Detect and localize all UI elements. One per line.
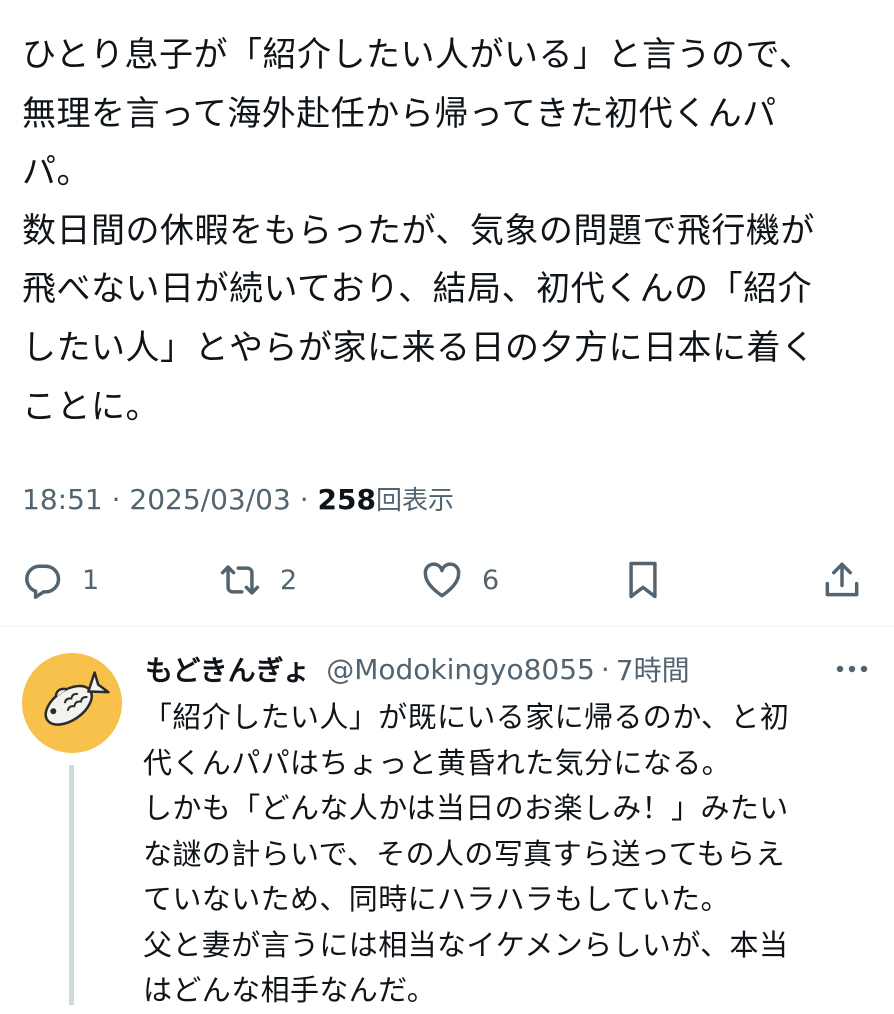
- like-button[interactable]: 6: [420, 548, 499, 612]
- retweet-button[interactable]: 2: [218, 548, 297, 612]
- bookmark-icon: [629, 561, 657, 599]
- tweet-text: ひとり息子が「紹介したい人がいる」と言うので、 無理を言って海外赴任から帰ってき…: [22, 35, 816, 427]
- fish-icon: [44, 671, 110, 726]
- reply-tweet[interactable]: もどきんぎょ @Modokingyo8055 · 7時間 「紹介したい人」が既に…: [0, 627, 894, 1007]
- reply-icon: [25, 564, 61, 599]
- reply-handle[interactable]: @Modokingyo8055: [326, 653, 595, 686]
- meta-separator-1: ·: [111, 483, 121, 516]
- reply-header: もどきんぎょ @Modokingyo8055 · 7時間: [145, 647, 690, 691]
- share-button[interactable]: [820, 548, 864, 612]
- reply-time[interactable]: 7時間: [616, 649, 690, 689]
- retweet-icon: [220, 565, 260, 595]
- more-icon[interactable]: [832, 655, 872, 683]
- share-icon: [825, 562, 859, 597]
- tweet-time[interactable]: 18:51: [22, 483, 103, 516]
- bookmark-button[interactable]: [621, 548, 665, 612]
- views-count[interactable]: 258: [318, 483, 376, 516]
- reply-count: 1: [82, 564, 100, 596]
- views-label[interactable]: 回表示: [376, 486, 454, 516]
- tweet-date[interactable]: 2025/03/03: [129, 483, 290, 516]
- retweet-count: 2: [280, 564, 298, 596]
- reply-display-name[interactable]: もどきんぎょ: [145, 649, 310, 689]
- reply-text: 「紹介したい人」が既にいる家に帰るのか、と初 代くんパパはちょっと黄昏れた気分に…: [143, 700, 790, 1007]
- avatar[interactable]: [22, 653, 122, 753]
- action-bar: 1 2 6: [0, 548, 894, 612]
- reply-separator: ·: [600, 652, 610, 686]
- meta-separator-2: ·: [299, 483, 309, 516]
- heart-icon: [423, 562, 461, 598]
- like-count: 6: [482, 564, 500, 596]
- thread-line: [69, 765, 74, 1005]
- tweet-meta: 18:51 · 2025/03/03 · 258回表示: [22, 480, 454, 521]
- reply-button[interactable]: 1: [20, 548, 99, 612]
